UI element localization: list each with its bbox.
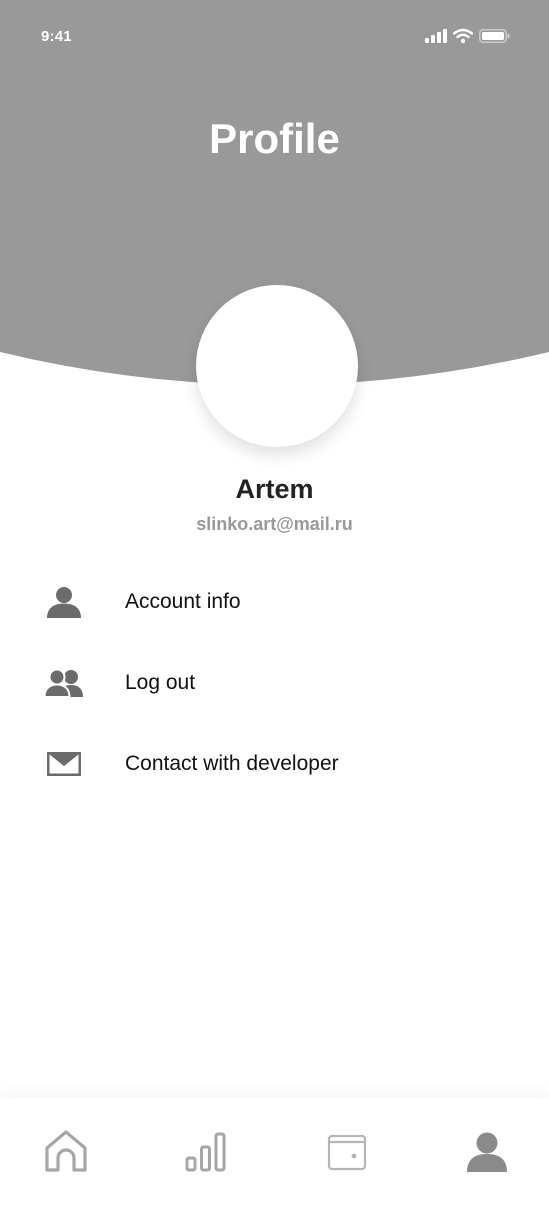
user-email: slinko.art@mail.ru [196, 514, 353, 534]
user-name: Artem [235, 474, 314, 504]
signal-icon [425, 28, 447, 44]
home-icon [42, 1128, 90, 1176]
chart-icon [182, 1128, 230, 1176]
wallet-icon [322, 1128, 370, 1176]
profile-icon [463, 1128, 511, 1176]
tab-stats[interactable] [182, 1128, 230, 1176]
tab-home[interactable] [42, 1128, 90, 1176]
tab-wallet[interactable] [322, 1128, 370, 1176]
tab-bar [0, 1098, 549, 1205]
avatar[interactable] [196, 285, 358, 447]
menu-item-log-out[interactable]: Log out [0, 653, 549, 713]
menu-item-label: Account info [125, 590, 241, 613]
page-title: Profile [209, 115, 340, 162]
mail-icon [44, 746, 84, 782]
wifi-icon [452, 28, 474, 44]
tab-profile[interactable] [463, 1128, 511, 1176]
battery-icon [479, 28, 511, 44]
users-icon [43, 665, 84, 701]
menu-item-contact-developer[interactable]: Contact with developer [0, 734, 549, 794]
status-icons [425, 28, 515, 46]
status-bar: 9:41 [0, 0, 549, 72]
menu-item-account-info[interactable]: Account info [0, 572, 549, 632]
user-icon [44, 584, 84, 620]
menu-item-label: Contact with developer [125, 752, 339, 775]
menu-item-label: Log out [125, 671, 196, 694]
status-time: 9:41 [41, 28, 72, 45]
